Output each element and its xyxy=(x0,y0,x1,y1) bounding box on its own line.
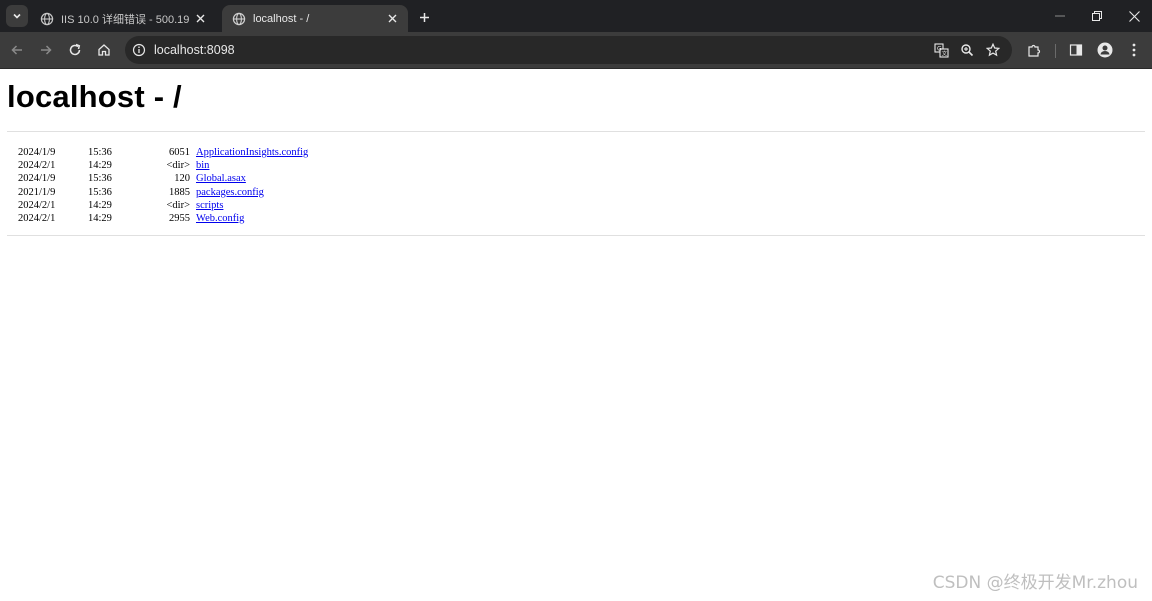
close-icon xyxy=(388,14,396,23)
page-content: localhost - / 2024/1/9 15:36 6051 Applic… xyxy=(0,70,1152,601)
chevron-down-icon xyxy=(13,13,21,19)
divider-top xyxy=(7,131,1145,132)
translate-icon: G文 xyxy=(933,42,949,57)
entry-time: 14:29 xyxy=(88,199,112,211)
tab-close-button[interactable] xyxy=(192,11,208,27)
tab-strip: IIS 10.0 详细错误 - 500.19 - In localhost - … xyxy=(0,0,1152,32)
close-icon xyxy=(196,14,204,23)
plus-icon xyxy=(419,12,429,22)
tab-iis-error[interactable]: IIS 10.0 详细错误 - 500.19 - In xyxy=(30,5,216,32)
entry-link[interactable]: scripts xyxy=(196,199,223,212)
minimize-button[interactable] xyxy=(1042,0,1078,32)
home-button[interactable] xyxy=(93,39,115,61)
tab-close-button[interactable] xyxy=(384,11,400,27)
watermark: CSDN @终极开发Mr.zhou xyxy=(932,573,1138,593)
tab-title: localhost - / xyxy=(253,12,310,25)
back-button[interactable] xyxy=(6,39,28,61)
restore-button[interactable] xyxy=(1079,0,1115,32)
entry-link[interactable]: bin xyxy=(196,159,209,172)
restore-icon xyxy=(1092,11,1102,21)
tab-search-button[interactable] xyxy=(6,5,28,27)
browser-toolbar: localhost:8098 G文 xyxy=(0,32,1152,69)
svg-text:文: 文 xyxy=(941,49,947,57)
entry-time: 14:29 xyxy=(88,212,112,224)
zoom-button[interactable] xyxy=(959,42,975,58)
side-panel-icon xyxy=(1069,44,1083,56)
arrow-right-icon xyxy=(41,45,52,55)
close-icon xyxy=(1128,10,1140,22)
star-icon xyxy=(986,43,1000,57)
reload-icon xyxy=(69,43,81,56)
entry-size: 1885 xyxy=(169,186,190,198)
menu-button[interactable] xyxy=(1123,39,1145,61)
entry-date: 2024/1/9 xyxy=(18,173,56,185)
side-panel-button[interactable] xyxy=(1065,39,1087,61)
entry-size: 6051 xyxy=(169,147,190,158)
entry-date: 2024/1/9 xyxy=(18,147,56,158)
minimize-icon xyxy=(1055,15,1065,17)
entry-link[interactable]: Global.asax xyxy=(196,172,246,185)
page-title: localhost - / xyxy=(7,79,182,114)
tab-title: IIS 10.0 详细错误 - 500.19 - In xyxy=(61,13,192,26)
profile-button[interactable] xyxy=(1094,39,1116,61)
reload-button[interactable] xyxy=(64,39,86,61)
tab-localhost[interactable]: localhost - / xyxy=(222,5,408,32)
avatar-icon xyxy=(1097,42,1113,58)
more-vert-icon xyxy=(1132,43,1136,57)
entry-size: 120 xyxy=(174,173,190,185)
divider-bottom xyxy=(7,235,1145,236)
entry-link[interactable]: ApplicationInsights.config xyxy=(196,146,308,159)
entry-date: 2024/2/1 xyxy=(18,212,56,224)
home-icon xyxy=(98,44,110,56)
extensions-button[interactable] xyxy=(1023,39,1045,61)
entry-size: <dir> xyxy=(166,199,190,211)
entry-date: 2024/2/1 xyxy=(18,199,56,211)
entry-size: <dir> xyxy=(166,160,190,172)
address-bar[interactable]: localhost:8098 G文 xyxy=(125,36,1012,64)
entry-time: 15:36 xyxy=(88,173,112,185)
entry-time: 15:36 xyxy=(88,186,112,198)
entry-date: 2021/1/9 xyxy=(18,186,56,198)
globe-icon xyxy=(232,12,246,25)
zoom-icon xyxy=(961,44,974,57)
entry-time: 14:29 xyxy=(88,160,112,172)
translate-button[interactable]: G文 xyxy=(933,42,949,58)
forward-button[interactable] xyxy=(35,39,57,61)
entry-link[interactable]: Web.config xyxy=(196,212,244,225)
address-text[interactable]: localhost:8098 xyxy=(154,43,235,57)
close-window-button[interactable] xyxy=(1116,0,1152,32)
info-icon[interactable] xyxy=(132,43,146,57)
entry-date: 2024/2/1 xyxy=(18,160,56,172)
new-tab-button[interactable] xyxy=(414,7,434,27)
entry-time: 15:36 xyxy=(88,147,112,158)
globe-icon xyxy=(40,12,54,25)
puzzle-icon xyxy=(1028,44,1041,57)
entry-size: 2955 xyxy=(169,212,190,224)
bookmark-button[interactable] xyxy=(985,42,1001,58)
toolbar-divider xyxy=(1055,44,1056,58)
entry-link[interactable]: packages.config xyxy=(196,186,264,199)
arrow-left-icon xyxy=(11,45,22,55)
